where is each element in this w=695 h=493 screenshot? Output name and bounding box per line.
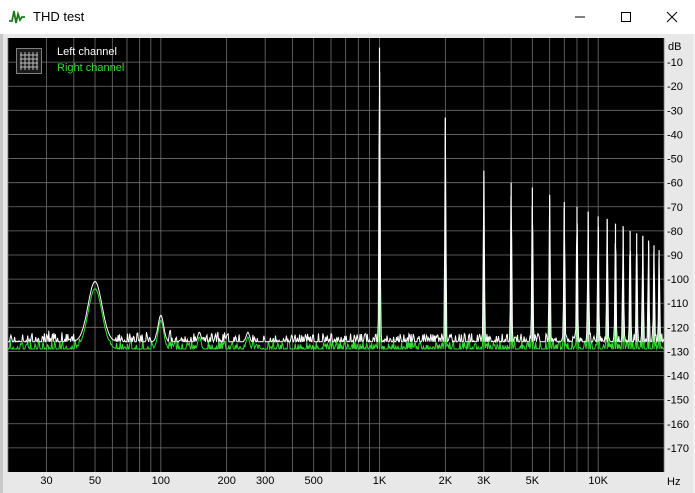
y-tick-label: -150 xyxy=(667,395,689,407)
y-axis-ticks: -10 -20 -30 -40 -50 -60 -70 -80 -90 -100 -110 -120 -… xyxy=(667,57,689,455)
y-tick-label: -10 xyxy=(667,57,683,69)
x-tick-label: 10K xyxy=(588,475,608,487)
x-tick-label: 200 xyxy=(217,475,235,487)
x-axis-ticks: 30 50 100 200 300 500 1K 2K 3K 5K 10K xyxy=(40,475,608,487)
x-tick-label: 1K xyxy=(373,475,387,487)
x-tick-label: 2K xyxy=(439,475,453,487)
y-tick-label: -160 xyxy=(667,419,689,431)
y-tick-label: -80 xyxy=(667,226,683,238)
y-tick-label: -50 xyxy=(667,154,683,166)
y-tick-label: -30 xyxy=(667,105,683,117)
chart-legend: Left channel Right channel xyxy=(16,46,146,78)
x-axis-unit-label: Hz xyxy=(667,476,680,488)
x-tick-label: 3K xyxy=(477,475,491,487)
y-tick-label: -120 xyxy=(667,322,689,334)
legend-right-channel: Right channel xyxy=(57,62,125,74)
x-tick-label: 300 xyxy=(256,475,274,487)
y-tick-label: -20 xyxy=(667,81,683,93)
y-tick-label: -90 xyxy=(667,250,683,262)
x-tick-label: 50 xyxy=(89,475,101,487)
y-tick-label: -100 xyxy=(667,274,689,286)
y-tick-label: -170 xyxy=(667,443,689,455)
y-tick-label: -110 xyxy=(667,298,688,310)
y-tick-label: -140 xyxy=(667,371,689,383)
y-tick-label: -40 xyxy=(667,129,683,141)
legend-left-channel: Left channel xyxy=(57,46,117,58)
y-axis-unit-label: dB xyxy=(668,41,681,53)
x-tick-label: 5K xyxy=(526,475,540,487)
y-tick-label: -70 xyxy=(667,202,683,214)
y-tick-label: -60 xyxy=(667,178,683,190)
x-tick-label: 500 xyxy=(305,475,323,487)
x-tick-label: 30 xyxy=(40,475,52,487)
y-tick-label: -130 xyxy=(667,346,689,358)
legend-grid-icon[interactable] xyxy=(16,48,42,74)
x-tick-label: 100 xyxy=(152,475,170,487)
thd-test-window: THD test -10 -20 -30 -40 -50 -60 -70 -80 -90 -100… xyxy=(0,0,695,493)
